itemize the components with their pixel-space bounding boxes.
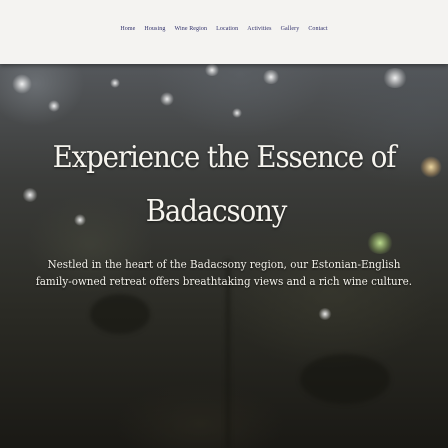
bokeh-light xyxy=(48,100,60,112)
nav-item-activities[interactable]: Activities xyxy=(247,26,271,32)
nav-item-housing[interactable]: Housing xyxy=(144,26,165,32)
foliage-shadow xyxy=(90,294,150,334)
nav-item-gallery[interactable]: Gallery xyxy=(281,26,300,32)
bokeh-light xyxy=(262,70,280,84)
hero-description-line-1: Nestled in the heart of the Badacsony re… xyxy=(47,257,401,271)
bokeh-light xyxy=(232,108,242,118)
bokeh-light xyxy=(160,92,174,106)
foliage-shadow xyxy=(300,354,390,404)
hero-title-line-2: Badacsony xyxy=(145,194,288,229)
nav-item-home[interactable]: Home xyxy=(120,26,135,32)
bokeh-light xyxy=(110,78,120,88)
bokeh-light xyxy=(12,74,32,94)
bokeh-light xyxy=(318,308,332,320)
bokeh-light xyxy=(204,64,220,76)
nav-item-location[interactable]: Location xyxy=(216,26,238,32)
nav-item-wine-region[interactable]: Wine Region xyxy=(174,26,207,32)
hero-description-line-2: family-owned retreat offers breathtaking… xyxy=(35,274,413,288)
top-navigation-bar: Home Housing Wine Region Location Activi… xyxy=(0,0,448,64)
hero-title-line-1: Experience the Essence of xyxy=(52,140,397,175)
nav-item-contact[interactable]: Contact xyxy=(308,26,327,32)
nav-menu: Home Housing Wine Region Location Activi… xyxy=(0,26,448,32)
bokeh-light xyxy=(366,232,394,254)
bokeh-light xyxy=(382,68,408,88)
